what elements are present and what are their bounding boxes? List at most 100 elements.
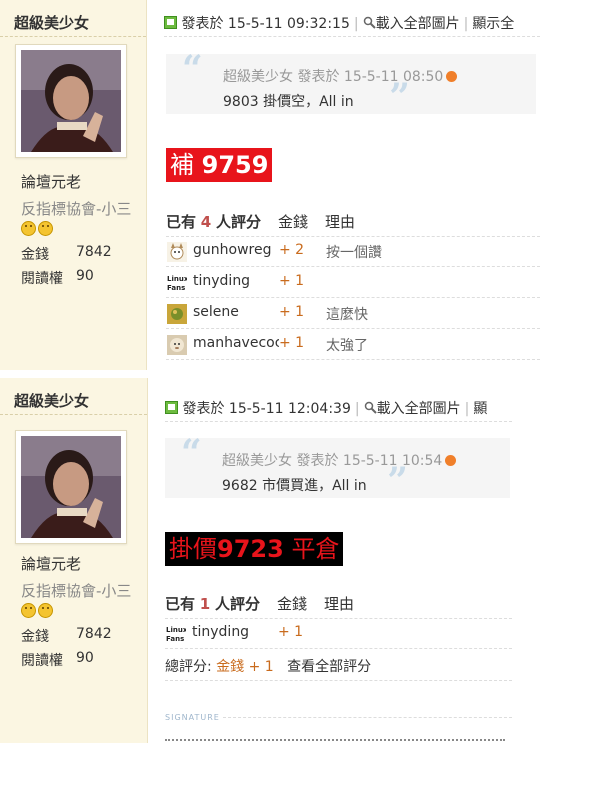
rater-name[interactable]: tinyding bbox=[193, 273, 279, 289]
signature-label: SIGNATURE bbox=[165, 713, 220, 722]
rater-points: + 1 bbox=[279, 335, 305, 351]
author-sidebar: 超級美少女 論壇元老 反指標協會-小三 金錢 7842 閱讀權 90 bbox=[0, 378, 148, 743]
meta-separator: | bbox=[354, 401, 360, 417]
post-headline: 掛價9723 平倉 bbox=[165, 532, 344, 566]
show-all-link[interactable]: 顯 bbox=[473, 401, 487, 417]
stat-value: 7842 bbox=[76, 626, 112, 642]
author-name[interactable]: 超級美少女 bbox=[14, 12, 89, 33]
stat-money: 金錢 7842 bbox=[21, 626, 112, 646]
meta-separator: | bbox=[463, 16, 469, 32]
jump-to-post-icon[interactable] bbox=[446, 71, 458, 82]
linux-fans-avatar-icon: Linux Fans bbox=[167, 273, 187, 293]
stat-label: 金錢 bbox=[21, 629, 49, 645]
rater-reason: 按一個讚 bbox=[326, 245, 382, 261]
quote-block: “ ” 超級美少女 發表於 15-5-11 10:54 9682 市價買進，Al… bbox=[165, 432, 510, 502]
author-sidebar: 超級美少女 論壇元老 反指標協會-小三 金錢 7842 閱讀權 90 bbox=[0, 0, 147, 370]
headline-suffix: 平倉 bbox=[291, 535, 340, 563]
posted-label: 發表於 bbox=[181, 16, 224, 32]
linux-fans-avatar-icon: Linux Fans bbox=[166, 624, 186, 644]
jump-to-post-icon[interactable] bbox=[445, 455, 457, 466]
summary-label: 總評分: bbox=[165, 659, 212, 675]
signature-truncated-icon bbox=[165, 739, 505, 743]
quote-time: 15-5-11 10:54 bbox=[342, 453, 443, 469]
post-meta: 發表於 15-5-11 09:32:15 | 載入全部圖片 | 顯示全 bbox=[164, 13, 514, 33]
svg-text:Linux: Linux bbox=[167, 275, 187, 283]
summary-divider bbox=[165, 680, 512, 681]
post-status-icon bbox=[165, 401, 178, 414]
rating-prefix: 已有 bbox=[165, 595, 196, 613]
post-status-icon bbox=[164, 16, 177, 29]
rating-col-points: 金錢 bbox=[278, 213, 309, 231]
avatar[interactable] bbox=[15, 44, 127, 158]
cat-avatar-icon bbox=[167, 242, 187, 262]
medal-icons bbox=[21, 221, 55, 240]
stat-value: 7842 bbox=[76, 244, 112, 260]
show-all-link[interactable]: 顯示全 bbox=[472, 16, 514, 32]
meta-divider bbox=[164, 36, 540, 37]
stat-read-permission: 閱讀權 90 bbox=[21, 650, 94, 670]
user-title: 論壇元老 bbox=[21, 555, 82, 573]
stat-read-permission: 閱讀權 90 bbox=[21, 268, 94, 288]
avatar-photo-icon bbox=[21, 436, 121, 538]
headline-prefix: 掛價 bbox=[169, 535, 217, 563]
load-all-images-link[interactable]: 載入全部圖片 bbox=[377, 401, 461, 417]
user-title: 論壇元老 bbox=[21, 173, 82, 191]
posted-time: 15-5-11 12:04:39 bbox=[228, 401, 351, 417]
quote-time: 15-5-11 08:50 bbox=[343, 69, 444, 85]
rating-header: 已有 1 人評分 金錢 理由 bbox=[165, 593, 354, 614]
load-all-images-link[interactable]: 載入全部圖片 bbox=[376, 16, 460, 32]
stat-label: 金錢 bbox=[21, 247, 49, 263]
rater-name[interactable]: gunhowreg bbox=[193, 242, 279, 258]
user-group[interactable]: 反指標協會-小三 bbox=[21, 198, 131, 219]
search-icon bbox=[363, 16, 376, 29]
post-content: 發表於 15-5-11 12:04:39 | 載入全部圖片 | 顯 “ ” 超級美少女… bbox=[148, 378, 512, 743]
stat-value: 90 bbox=[76, 268, 94, 284]
summary-points: 金錢 + 1 bbox=[216, 659, 274, 675]
avatar-photo-icon bbox=[21, 50, 121, 152]
rater-name[interactable]: selene bbox=[193, 304, 279, 320]
headline-prefix: 補 bbox=[170, 151, 194, 179]
signature-text bbox=[165, 736, 505, 743]
quote-posted-label: 發表於 bbox=[296, 453, 339, 469]
rating-row: manhavecoc + 1 太強了 bbox=[166, 329, 540, 360]
user-group[interactable]: 反指標協會-小三 bbox=[21, 580, 131, 601]
signature-divider bbox=[223, 717, 512, 718]
rating-count: 4 bbox=[200, 213, 212, 231]
post-1: 超級美少女 論壇元老 反指標協會-小三 金錢 7842 閱讀權 90 發表於 1… bbox=[0, 0, 540, 370]
rating-row: gunhowreg + 2 按一個讚 bbox=[166, 236, 540, 267]
quote-body: 9682 市價買進，All in bbox=[222, 478, 367, 494]
post-headline: 補 9759 bbox=[166, 148, 273, 182]
plant-avatar-icon bbox=[167, 304, 187, 324]
meta-separator: | bbox=[464, 401, 470, 417]
search-icon bbox=[364, 401, 377, 414]
quote-posted-label: 發表於 bbox=[297, 69, 340, 85]
rating-count: 1 bbox=[199, 595, 211, 613]
rating-prefix: 已有 bbox=[166, 213, 197, 231]
quote-header: 超級美少女 發表於 15-5-11 08:50 bbox=[223, 66, 458, 86]
rating-row: selene + 1 這麼快 bbox=[166, 298, 540, 329]
rater-name[interactable]: tinyding bbox=[192, 624, 278, 640]
rating-col-reason: 理由 bbox=[324, 595, 355, 613]
medal-icons bbox=[21, 603, 55, 622]
author-name[interactable]: 超級美少女 bbox=[14, 390, 89, 411]
rater-name[interactable]: manhavecoc bbox=[193, 335, 279, 351]
quote-open-icon: “ bbox=[181, 432, 202, 474]
svg-text:Linux: Linux bbox=[166, 626, 186, 634]
avatar[interactable] bbox=[15, 430, 127, 544]
svg-text:Fans: Fans bbox=[167, 284, 185, 292]
sidebar-divider bbox=[0, 36, 146, 37]
smiley-icon bbox=[21, 221, 36, 236]
stat-money: 金錢 7842 bbox=[21, 244, 112, 264]
view-all-ratings-link[interactable]: 查看全部評分 bbox=[287, 659, 371, 675]
rating-col-points: 金錢 bbox=[277, 595, 308, 613]
rating-row: Linux Fans tinyding + 1 bbox=[166, 267, 540, 298]
posted-label: 發表於 bbox=[182, 401, 225, 417]
stat-label: 閱讀權 bbox=[21, 653, 63, 669]
meta-separator: | bbox=[353, 16, 359, 32]
rater-reason: 太強了 bbox=[326, 338, 368, 354]
rater-points: + 1 bbox=[279, 304, 305, 320]
rating-suffix: 人評分 bbox=[215, 595, 261, 613]
post-2: 超級美少女 論壇元老 反指標協會-小三 金錢 7842 閱讀權 90 發表於 1… bbox=[0, 378, 512, 743]
smiley-icon bbox=[38, 603, 53, 618]
headline-value: 9723 bbox=[217, 535, 284, 563]
